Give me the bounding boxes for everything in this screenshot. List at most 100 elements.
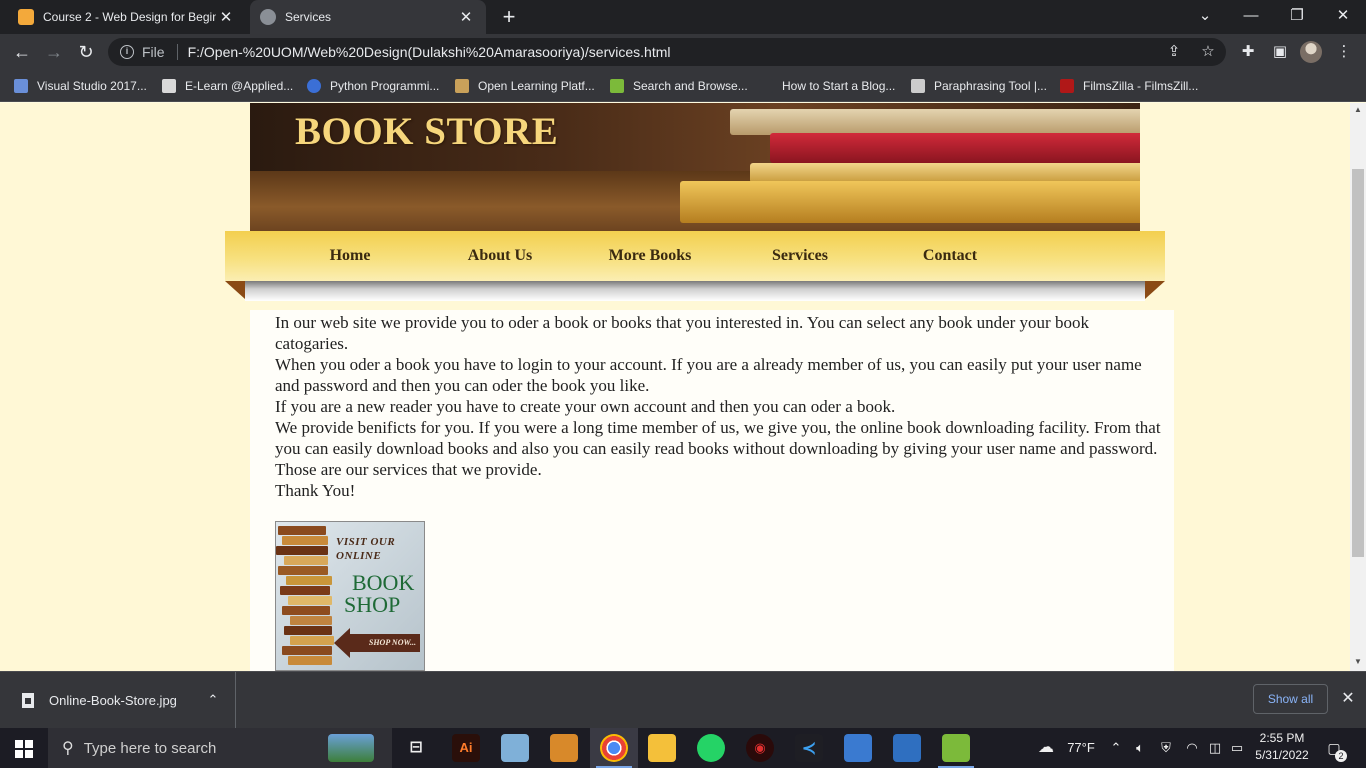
tab-search-button[interactable]: ⌄ — [1182, 0, 1228, 34]
bookmark-icon — [911, 79, 925, 93]
bookmark-label: Python Programmi... — [330, 79, 440, 93]
tab-course[interactable]: Course 2 - Web Design for Begin ✕ — [8, 0, 246, 34]
menu-kebab-icon[interactable]: ⋮ — [1330, 38, 1358, 66]
notepad-icon[interactable] — [942, 734, 970, 762]
file-explorer-icon[interactable] — [648, 734, 676, 762]
minimize-button[interactable]: — — [1228, 0, 1274, 34]
bookmark-label: Search and Browse... — [633, 79, 748, 93]
bookmark-icon — [307, 79, 321, 93]
nav-contact[interactable]: Contact — [875, 231, 1025, 281]
divider — [176, 44, 178, 60]
side-panel-icon[interactable]: ▣ — [1266, 38, 1294, 66]
bookmark-icon — [14, 79, 28, 93]
wifi-icon[interactable]: ◠ — [1180, 728, 1204, 768]
whatsapp-icon[interactable] — [697, 734, 725, 762]
system-clock[interactable]: 2:55 PM 5/31/2022 — [1250, 730, 1314, 766]
bookmark-blog[interactable]: How to Start a Blog... — [759, 76, 895, 96]
nav-services[interactable]: Services — [725, 231, 875, 281]
close-window-button[interactable]: ✕ — [1320, 0, 1366, 34]
task-view-icon[interactable]: ⊟ — [402, 734, 430, 762]
nav-home[interactable]: Home — [275, 231, 425, 281]
app-window-icon[interactable] — [893, 734, 921, 762]
app-icon[interactable] — [501, 734, 529, 762]
chevron-up-icon[interactable]: ⌃ — [1106, 728, 1126, 768]
page-scrollbar[interactable]: ▲ ▼ — [1350, 103, 1366, 671]
tab-title: Course 2 - Web Design for Begin — [43, 10, 216, 24]
bookmark-open-learning[interactable]: Open Learning Platf... — [455, 76, 595, 96]
illustrator-icon[interactable]: Ai — [452, 734, 480, 762]
download-item[interactable]: Online-Book-Store.jpg — [0, 672, 236, 729]
address-bar[interactable]: i File F:/Open-%20UOM/Web%20Design(Dulak… — [108, 38, 1226, 66]
banner-book — [750, 163, 1140, 183]
close-tab-icon[interactable]: ✕ — [216, 8, 236, 26]
volume-icon[interactable]: 🔈︎ — [1128, 728, 1152, 768]
chrome-icon[interactable] — [600, 734, 628, 762]
paragraph: In our web site we provide you to oder a… — [275, 313, 1089, 353]
bookmark-label: FilmsZilla - FilmsZill... — [1083, 79, 1199, 93]
globe-icon — [260, 9, 276, 25]
promo-line-1: VISIT OUR — [336, 536, 396, 548]
weather-cloud-icon[interactable]: ☁ — [1032, 728, 1060, 768]
windows-start-button[interactable] — [0, 728, 48, 768]
tab-services[interactable]: Services ✕ — [250, 0, 486, 34]
moodle-favicon-icon — [18, 9, 34, 25]
share-icon[interactable]: ⇪ — [1160, 38, 1188, 66]
paragraph: When you oder a book you have to login t… — [275, 355, 1142, 395]
bookmark-label: E-Learn @Applied... — [185, 79, 294, 93]
nav-ribbon-shadow — [245, 281, 1145, 301]
download-file-name: Online-Book-Store.jpg — [49, 693, 177, 708]
extensions-puzzle-icon[interactable]: ✚ — [1234, 38, 1262, 66]
reload-icon[interactable]: ↻ — [72, 38, 100, 66]
file-icon — [22, 693, 34, 708]
search-placeholder: Type here to search — [83, 739, 217, 757]
clock-date: 5/31/2022 — [1255, 748, 1309, 762]
online-book-shop-banner[interactable]: VISIT OUR ONLINE BOOK SHOP SHOP NOW... — [275, 521, 425, 671]
close-icon[interactable]: ✕ — [1338, 689, 1358, 709]
bookmark-star-icon[interactable]: ☆ — [1194, 38, 1222, 66]
services-text: In our web site we provide you to oder a… — [275, 312, 1165, 501]
scrollbar-thumb[interactable] — [1352, 169, 1364, 557]
tab-title: Services — [285, 10, 332, 24]
bookmark-icon — [455, 79, 469, 93]
shield-icon[interactable]: ⛨ — [1154, 728, 1178, 768]
weather-temp[interactable]: 77°F — [1062, 728, 1100, 768]
bookmark-icon — [759, 79, 773, 93]
vscode-icon[interactable]: ≺ — [795, 734, 823, 762]
device-icon[interactable]: ◫ — [1204, 728, 1226, 768]
bookmark-icon — [1060, 79, 1074, 93]
scroll-down-icon[interactable]: ▼ — [1350, 657, 1366, 669]
game-icon[interactable] — [550, 734, 578, 762]
media-app-icon[interactable]: ◉ — [746, 734, 774, 762]
back-arrow-icon[interactable]: ← — [8, 38, 36, 66]
nav-more-books[interactable]: More Books — [575, 231, 725, 281]
restore-button[interactable]: ❐ — [1274, 0, 1320, 34]
bookmark-label: Open Learning Platf... — [478, 79, 595, 93]
bookmark-python[interactable]: Python Programmi... — [307, 76, 439, 96]
bookmark-label: How to Start a Blog... — [782, 79, 896, 93]
close-tab-icon[interactable]: ✕ — [456, 8, 476, 26]
new-tab-button[interactable]: + — [496, 4, 522, 30]
battery-icon[interactable]: ▭ — [1226, 728, 1248, 768]
page-viewport: BOOK STORE Home About Us More Books Serv… — [0, 103, 1350, 671]
photos-icon[interactable] — [844, 734, 872, 762]
download-bar: Online-Book-Store.jpg ⌃ Show all ✕ — [0, 671, 1366, 729]
banner-book — [770, 133, 1140, 163]
tab-bar: Course 2 - Web Design for Begin ✕ Servic… — [0, 0, 1366, 34]
scroll-up-icon[interactable]: ▲ — [1350, 105, 1366, 117]
nav-about-us[interactable]: About Us — [425, 231, 575, 281]
bookmark-e-learn[interactable]: E-Learn @Applied... — [162, 76, 293, 96]
banner-image: BOOK STORE — [250, 103, 1140, 231]
bookmark-search-browse[interactable]: Search and Browse... — [610, 76, 748, 96]
bookmark-paraphrasing[interactable]: Paraphrasing Tool |... — [911, 76, 1047, 96]
bookmark-visual-studio[interactable]: Visual Studio 2017... — [14, 76, 147, 96]
bookmark-filmszilla[interactable]: FilmsZilla - FilmsZill... — [1060, 76, 1198, 96]
chevron-up-icon[interactable]: ⌃ — [204, 691, 222, 709]
clock-time: 2:55 PM — [1259, 731, 1305, 745]
url-text[interactable]: F:/Open-%20UOM/Web%20Design(Dulakshi%20A… — [188, 44, 671, 60]
profile-avatar[interactable] — [1300, 41, 1322, 63]
show-all-button[interactable]: Show all — [1253, 684, 1328, 714]
info-icon[interactable]: i — [120, 45, 134, 59]
taskbar: ⚲ Type here to search ⊟ Ai ◉ ≺ ☁ 77°F ⌃ … — [0, 728, 1366, 768]
forward-arrow-icon[interactable]: → — [40, 38, 68, 66]
search-highlight-icon — [328, 734, 374, 762]
